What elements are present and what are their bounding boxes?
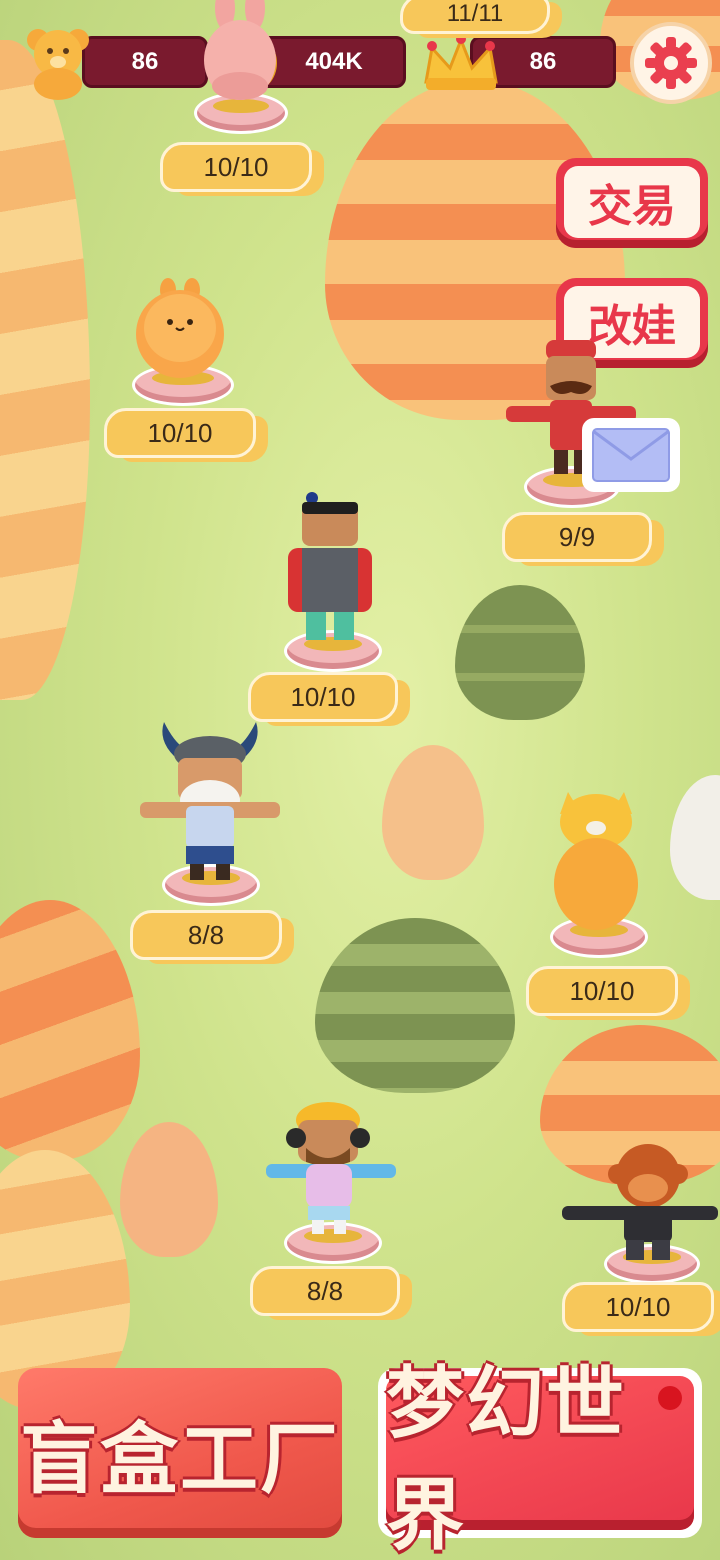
figure-viking[interactable] xyxy=(140,720,280,910)
viking-figure-icon xyxy=(140,722,280,880)
bear-count: 86 xyxy=(131,48,159,75)
figure-headphone-boy[interactable] xyxy=(266,1098,396,1264)
notification-dot xyxy=(658,1386,682,1410)
striped-hill-lower-left xyxy=(0,900,140,1160)
game-scene: 86 404K 86 11/11 交易 改娃 10/10 10/10 9/9 1… xyxy=(0,0,720,1560)
dream-world-button[interactable]: 梦幻世界 xyxy=(378,1359,702,1560)
warrior-figure-icon xyxy=(288,492,372,640)
figure-yellow-cat[interactable] xyxy=(546,786,648,960)
crown-icon xyxy=(420,34,502,96)
figure-monkey[interactable] xyxy=(562,1140,718,1284)
settings-button[interactable] xyxy=(630,22,712,104)
figure-count-label: 8/8 xyxy=(250,1266,400,1316)
envelope-icon xyxy=(592,428,670,482)
trade-label: 交易 xyxy=(564,166,700,238)
bunny-figure-icon xyxy=(204,0,276,100)
peach-dome xyxy=(382,745,484,880)
figure-count-label: 10/10 xyxy=(160,142,312,192)
figure-bunny[interactable] xyxy=(190,0,290,140)
peach-dome-lower xyxy=(120,1122,218,1257)
coin-count: 404K xyxy=(305,48,363,75)
dream-world-label: 梦幻世界 xyxy=(386,1359,627,1560)
figure-count-label: 10/10 xyxy=(562,1282,714,1332)
blind-box-factory-button[interactable]: 盲盒工厂 xyxy=(18,1368,342,1538)
blob-figure-icon xyxy=(136,278,224,378)
teddy-bear-icon xyxy=(22,26,94,100)
white-dome xyxy=(670,775,720,900)
figure-count-label: 9/9 xyxy=(502,512,652,562)
boy-figure-icon xyxy=(266,1102,396,1234)
trade-button[interactable]: 交易 xyxy=(556,158,708,248)
blind-box-factory-label: 盲盒工厂 xyxy=(19,1415,340,1505)
mail-button[interactable] xyxy=(582,418,680,492)
olive-tree xyxy=(455,585,585,720)
monkey-figure-icon xyxy=(562,1144,718,1260)
cat-figure-icon xyxy=(554,792,638,930)
figure-count-label: 10/10 xyxy=(104,408,256,458)
dream-world-inner: 梦幻世界 xyxy=(386,1359,694,1560)
figure-orange-blob[interactable] xyxy=(130,276,234,408)
figure-count-label: 8/8 xyxy=(130,910,282,960)
figure-armored-warrior[interactable] xyxy=(280,490,382,672)
partial-count-label: 11/11 xyxy=(400,0,550,34)
figure-count-label: 10/10 xyxy=(248,672,398,722)
gear-icon xyxy=(645,37,697,89)
striped-hill-left xyxy=(0,40,90,700)
figure-count-label: 10/10 xyxy=(526,966,678,1016)
olive-striped-hill xyxy=(315,918,515,1093)
crown-count: 86 xyxy=(529,48,557,75)
